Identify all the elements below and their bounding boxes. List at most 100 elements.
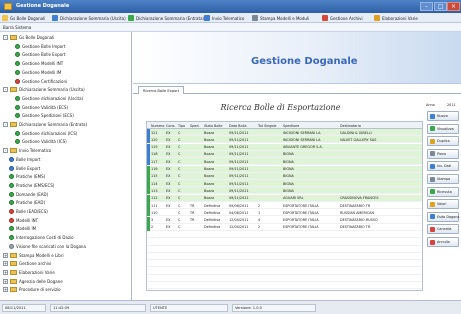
table-row[interactable]: 117 EX C Bozza 09/11/2011 BIGNA bbox=[147, 158, 422, 166]
menu-item-0[interactable]: Gs Bolle Doganali bbox=[2, 14, 45, 22]
expand-icon[interactable]: + bbox=[3, 278, 8, 284]
menu-item-2[interactable]: Dichiarazione Sommaria (Entrata) bbox=[128, 14, 204, 22]
table-row[interactable]: 119 EX C Bozza 09/11/2011 ABUANTE GREGOR S.A. bbox=[147, 143, 422, 151]
ricevuta-button[interactable]: Ricevuta bbox=[427, 186, 459, 197]
duplica-button[interactable]: Duplica bbox=[427, 136, 459, 147]
tree-item[interactable]: + Procedure di servizio bbox=[3, 286, 61, 293]
tree-item[interactable]: - Dichiarazione Sommaria (Uscita) bbox=[3, 86, 85, 93]
tree-item[interactable]: + Gestione archivi bbox=[3, 260, 51, 267]
column-header[interactable]: Tot Singole bbox=[258, 124, 282, 128]
visualizza-button[interactable]: Visualizza bbox=[427, 123, 459, 134]
menu-item-3[interactable]: Invio Telematico bbox=[204, 14, 244, 22]
annulla-button[interactable]: Annulla bbox=[427, 237, 459, 247]
tree-item[interactable]: Gestione Bolle Export bbox=[15, 51, 65, 58]
tree-item[interactable]: Gestione Validità (ICS) bbox=[15, 138, 67, 145]
table-row[interactable] bbox=[147, 253, 422, 261]
expand-icon[interactable]: + bbox=[3, 269, 8, 275]
table-row[interactable] bbox=[147, 260, 422, 268]
tree-item[interactable]: Bolle Import bbox=[9, 156, 40, 163]
table-row[interactable]: 111 EX C TR Definitiva 09/08/2011 2 ESPORTATORE… bbox=[147, 202, 422, 209]
collapse-icon[interactable]: - bbox=[3, 148, 8, 154]
tree-item[interactable]: + Elaborazioni Varie bbox=[3, 269, 55, 276]
table-row[interactable]: 115 EX C Bozza 09/11/2011 BIGNA bbox=[147, 172, 422, 180]
tree-item-label: Pratiche (EAD) bbox=[16, 200, 46, 206]
column-header[interactable]: Tipo bbox=[178, 124, 189, 128]
tree-item-label: Gestione Modelli INT bbox=[22, 61, 64, 67]
tree-item[interactable]: Gestione Spedizioni (ECS) bbox=[15, 112, 74, 119]
menu-item-1[interactable]: Dichiarazione Sommaria (Uscita) bbox=[52, 14, 126, 22]
tree-item[interactable]: Gestione Certificazioni bbox=[15, 78, 67, 85]
piano-button[interactable]: Piano bbox=[427, 148, 459, 159]
expand-icon[interactable]: + bbox=[3, 261, 8, 267]
tree-item[interactable]: Interrogazione Costi di Dazio bbox=[9, 234, 74, 241]
close-button[interactable]: × bbox=[447, 2, 460, 11]
table-cell: TR bbox=[190, 210, 195, 215]
table-cell: INCISIONI SERRANI LA bbox=[283, 137, 321, 142]
tree-item[interactable]: Gestione dichiarazioni (ICS) bbox=[15, 130, 77, 137]
tree-item[interactable]: Gestione Modelli IM bbox=[15, 69, 61, 76]
tree-item[interactable]: - Gs Bolle Doganali bbox=[3, 34, 54, 41]
cancella-button[interactable]: Cancella bbox=[427, 224, 459, 235]
tree-item[interactable]: + Agenzia delle Dogane bbox=[3, 278, 63, 285]
table-row[interactable]: 2 EX C Definitiva 12/04/2011 2 ESPORTATORE ITA… bbox=[147, 223, 422, 231]
year-field[interactable]: 2011 bbox=[447, 103, 456, 107]
esito-dogana-button[interactable]: Esito Dogana bbox=[427, 211, 459, 222]
table-row[interactable] bbox=[147, 238, 422, 246]
table-row[interactable]: 112 EX C Bozza 09/11/2011 AGUARI SRL CRASSINOV… bbox=[147, 194, 422, 202]
table-row[interactable] bbox=[147, 282, 422, 290]
tree-item[interactable]: - Dichiarazione Sommaria (Entrata) bbox=[3, 121, 87, 128]
tree-item[interactable]: Domande (EAD) bbox=[9, 191, 48, 198]
menu-item-6[interactable]: Elaborazioni Varie bbox=[374, 14, 418, 22]
tree-item[interactable]: + Stampa Modelli e Libri bbox=[3, 252, 64, 259]
table-row[interactable] bbox=[147, 275, 422, 282]
tree-item[interactable]: Gestione Validità (ECS) bbox=[15, 104, 68, 111]
collapse-icon[interactable]: - bbox=[3, 87, 8, 93]
menu-item-4[interactable]: Stampa Modelli e Moduli bbox=[252, 14, 309, 22]
valori-button[interactable]: Valori bbox=[427, 199, 459, 210]
tree-item[interactable]: Pratiche (EAD) bbox=[9, 199, 45, 206]
collapse-icon[interactable]: - bbox=[3, 35, 8, 40]
tree-item[interactable]: Visione file scaricati con la Dogana bbox=[9, 243, 86, 250]
table-row[interactable]: 116 EX C Bozza 09/11/2011 BIGNA bbox=[147, 165, 422, 173]
tree-item[interactable]: Bolle (EAD/ECS) bbox=[9, 208, 48, 215]
column-header[interactable]: Stato Bolle bbox=[204, 124, 228, 128]
expand-icon[interactable]: + bbox=[3, 252, 8, 258]
column-header[interactable]: Cons. bbox=[166, 124, 177, 128]
maximize-button[interactable]: □ bbox=[434, 2, 447, 11]
table-row[interactable] bbox=[147, 245, 422, 253]
table-row[interactable]: 114 EX C Bozza 09/11/2011 BIGNA bbox=[147, 180, 422, 188]
collapse-icon[interactable]: - bbox=[3, 122, 8, 127]
table-row[interactable] bbox=[147, 267, 422, 275]
column-header[interactable]: Data Bolla bbox=[229, 124, 257, 128]
table-row[interactable]: 120 EX C Bozza 09/11/2011 INCISIONI SERRANI L… bbox=[147, 136, 422, 144]
table-row[interactable]: 121 EX C Bozza 09/11/2011 INCISIONI SERRANI L… bbox=[147, 129, 422, 136]
table-cell: EX bbox=[166, 174, 171, 179]
inv-dati-button[interactable]: Inv. Dati bbox=[427, 161, 459, 172]
column-header[interactable]: Sped. bbox=[190, 124, 203, 128]
table-row[interactable]: 3 EX C TR Definitiva 12/04/2011 4 ESPORTATORE I… bbox=[147, 216, 422, 224]
table-row[interactable]: 118 EX C Bozza 09/11/2011 BIGNA bbox=[147, 150, 422, 158]
tree-item[interactable]: Gestione Bolle Import bbox=[15, 43, 65, 50]
minimize-button[interactable]: – bbox=[420, 2, 433, 11]
column-header[interactable]: Speditore bbox=[283, 124, 339, 128]
tree-item[interactable]: - Invio Telematico bbox=[3, 147, 51, 154]
tree-item[interactable]: Pratiche (EMS/ECS) bbox=[9, 182, 54, 189]
tree-item[interactable]: Pratiche (EMS) bbox=[9, 173, 45, 180]
tree-item[interactable]: Modelli INT bbox=[9, 217, 38, 224]
status-cell: Versione: 1.0.0 bbox=[232, 304, 316, 312]
column-header[interactable]: Destinatario bbox=[340, 124, 410, 128]
table-row[interactable] bbox=[147, 231, 422, 239]
tab-ricerca-bolle-export[interactable]: Ricerca Bolle Export bbox=[138, 86, 185, 94]
expand-icon[interactable]: + bbox=[3, 287, 8, 293]
menu-item-5[interactable]: Gestione Archivi bbox=[322, 14, 363, 22]
tree-item[interactable]: Modelli IM bbox=[9, 225, 36, 232]
column-header[interactable]: Numero bbox=[151, 124, 165, 128]
nuovo-button[interactable]: Nuovo bbox=[427, 111, 459, 121]
tree-item[interactable]: Gestione dichiarazioni (Uscita) bbox=[15, 95, 83, 102]
stampa-button[interactable]: Stampa bbox=[427, 174, 459, 184]
status-cell: UTENTE bbox=[150, 304, 228, 312]
table-row[interactable]: 113 EX C Bozza 09/11/2011 BIGNA bbox=[147, 187, 422, 195]
tree-item[interactable]: Gestione Modelli INT bbox=[15, 60, 63, 67]
tree-item[interactable]: Bolle Export bbox=[9, 165, 40, 172]
table-row[interactable]: 110 C TR Definitiva 04/08/2011 1 ESPORTATORE I… bbox=[147, 209, 422, 217]
